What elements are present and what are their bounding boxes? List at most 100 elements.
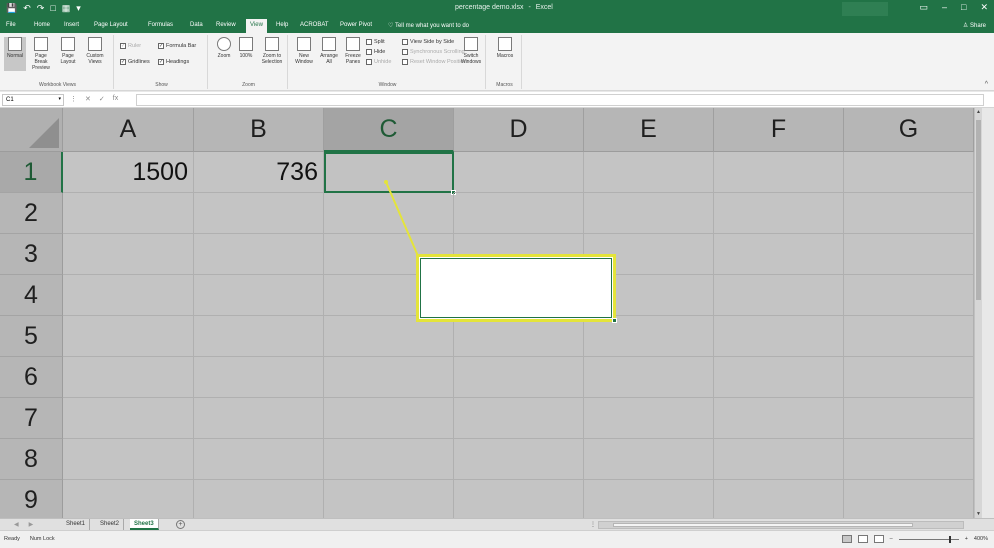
gridlines-checkbox[interactable]: ✓ Gridlines [120,59,150,65]
tab-insert[interactable]: Insert [64,22,79,28]
cell-b5[interactable] [194,316,324,357]
row-header-4[interactable]: 4 [0,275,63,316]
row-header-6[interactable]: 6 [0,357,63,398]
cell-c5[interactable] [324,316,454,357]
row-header-2[interactable]: 2 [0,193,63,234]
scroll-up-icon[interactable]: ▲ [976,109,981,115]
cell-g2[interactable] [844,193,974,234]
horizontal-scrollbar[interactable] [598,521,964,529]
tab-page-layout[interactable]: Page Layout [94,22,128,28]
cell-c6[interactable] [324,357,454,398]
formula-bar-checkbox[interactable]: ✓ Formula Bar [158,43,196,49]
cell-c2[interactable] [324,193,454,234]
cell-e1[interactable] [584,152,714,193]
name-box-dropdown-icon[interactable]: ▾ [58,96,61,102]
cell-f6[interactable] [714,357,844,398]
cell-a4[interactable] [63,275,194,316]
cell-d1[interactable] [454,152,584,193]
row-header-8[interactable]: 8 [0,439,63,480]
cell-b9[interactable] [194,480,324,518]
insert-function-icon[interactable]: fx [113,95,118,103]
add-sheet-button[interactable]: + [176,520,185,529]
cancel-icon[interactable]: ✕ [85,95,91,103]
zoom-button[interactable]: Zoom [214,37,234,71]
view-side-by-side-button[interactable]: View Side by Side [402,39,454,45]
sheet-tab-2[interactable]: Sheet2 [96,519,125,530]
cell-d5[interactable] [454,316,584,357]
save-icon[interactable]: 💾 [6,3,17,14]
cell-a3[interactable] [63,234,194,275]
arrange-all-button[interactable]: Arrange All [318,37,340,71]
column-header-c[interactable]: C [324,108,454,152]
maximize-icon[interactable]: □ [961,2,966,13]
column-header-f[interactable]: F [714,108,844,152]
cell-g7[interactable] [844,398,974,439]
column-header-b[interactable]: B [194,108,324,152]
undo-icon[interactable]: ↶ [23,3,31,14]
cell-a1[interactable]: 1500 [63,152,194,193]
cell-f3[interactable] [714,234,844,275]
sheet-next-icon[interactable]: ▶ [29,521,34,528]
cell-a9[interactable] [63,480,194,518]
cell-d9[interactable] [454,480,584,518]
tell-me-search[interactable]: ♡ Tell me what you want to do [388,22,469,29]
cell-d2[interactable] [454,193,584,234]
vertical-scroll-thumb[interactable] [976,120,981,300]
tab-home[interactable]: Home [34,22,50,28]
tab-power-pivot[interactable]: Power Pivot [340,22,372,28]
switch-windows-button[interactable]: Switch Windows [458,37,484,71]
split-handle-icon[interactable]: ⋮ [590,521,596,528]
normal-view-button[interactable]: Normal [4,37,26,71]
cell-b6[interactable] [194,357,324,398]
row-header-1[interactable]: 1 [0,152,63,193]
cell-b3[interactable] [194,234,324,275]
tab-formulas[interactable]: Formulas [148,22,173,28]
column-header-d[interactable]: D [454,108,584,152]
cell-g4[interactable] [844,275,974,316]
zoom-slider-knob[interactable] [948,535,951,543]
cell-e7[interactable] [584,398,714,439]
form-icon[interactable]: ▦ [62,3,71,14]
cell-f1[interactable] [714,152,844,193]
horizontal-scroll-thumb[interactable] [613,523,913,527]
sheet-tab-1[interactable]: Sheet1 [62,519,91,530]
zoom-to-selection-button[interactable]: Zoom to Selection [258,37,286,71]
column-header-g[interactable]: G [844,108,974,152]
reset-window-position-button[interactable]: Reset Window Position [402,59,467,65]
cell-a6[interactable] [63,357,194,398]
row-header-5[interactable]: 5 [0,316,63,357]
close-icon[interactable]: ✕ [980,2,988,13]
split-button[interactable]: Split [366,39,385,45]
cell-c9[interactable] [324,480,454,518]
sheet-prev-icon[interactable]: ◀ [14,521,19,528]
account-area[interactable] [842,2,888,16]
cell-d6[interactable] [454,357,584,398]
cell-b7[interactable] [194,398,324,439]
zoom-out-icon[interactable]: – [890,536,893,542]
hide-button[interactable]: Hide [366,49,385,55]
normal-view-status-icon[interactable] [841,535,852,543]
page-break-status-icon[interactable] [873,535,884,543]
sheet-tab-3[interactable]: Sheet3 [130,519,159,530]
cell-g3[interactable] [844,234,974,275]
cell-g9[interactable] [844,480,974,518]
page-layout-status-icon[interactable] [857,535,868,543]
vertical-scrollbar[interactable]: ▲ ▼ [974,108,982,518]
zoom-in-icon[interactable]: + [965,536,968,542]
tab-review[interactable]: Review [216,22,236,28]
formula-bar-dots-icon[interactable]: ⋮ [70,95,77,103]
page-layout-view-button[interactable]: Page Layout [56,37,80,71]
cell-b4[interactable] [194,275,324,316]
cell-f5[interactable] [714,316,844,357]
cell-b8[interactable] [194,439,324,480]
cell-d7[interactable] [454,398,584,439]
cell-b1[interactable]: 736 [194,152,324,193]
tab-help[interactable]: Help [276,22,288,28]
scroll-down-icon[interactable]: ▼ [976,511,981,517]
column-header-e[interactable]: E [584,108,714,152]
cell-f7[interactable] [714,398,844,439]
zoom-100-button[interactable]: 100% [236,37,256,71]
row-header-3[interactable]: 3 [0,234,63,275]
cell-e9[interactable] [584,480,714,518]
ribbon-display-icon[interactable]: ▭ [919,2,928,13]
